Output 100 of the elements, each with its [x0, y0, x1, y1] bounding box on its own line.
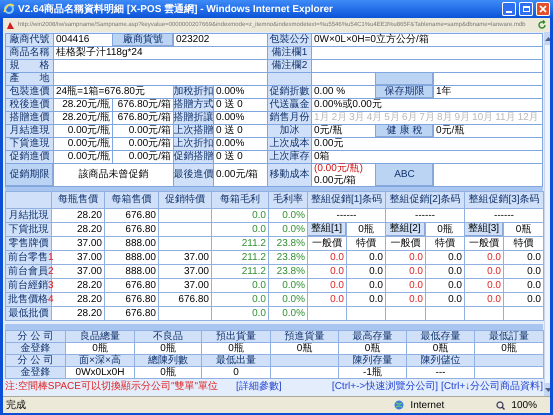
row-label: 前台零售1	[6, 250, 52, 264]
row-label: 前台經銷3	[6, 278, 52, 292]
column-header: 良品總量	[66, 330, 134, 342]
field-label: 銷售月份	[268, 112, 311, 124]
month-option[interactable]: 2月	[332, 112, 348, 124]
month-option[interactable]: 12月	[518, 112, 539, 124]
row-label: 批售價格4	[6, 292, 52, 306]
field-value: 676.80元/箱	[113, 112, 173, 124]
scroll-down-icon	[545, 388, 550, 392]
profit-cell: 211.2	[212, 264, 268, 278]
security-zone: Internet	[410, 398, 446, 412]
price-cell: 37.00	[158, 264, 212, 278]
field-value: 1年	[434, 86, 542, 98]
column-header: 整組促銷[3]条码	[464, 192, 544, 208]
margin-cell: 0.0%	[268, 292, 308, 306]
column-header: 整組促銷[2]条码	[386, 192, 464, 208]
month-option[interactable]: 6月	[402, 112, 418, 124]
month-option[interactable]: 1月	[314, 112, 330, 124]
month-option[interactable]: 10月	[472, 112, 494, 124]
group-button[interactable]: 整組[1]	[308, 223, 346, 236]
stock-cell: 0瓶	[338, 342, 406, 354]
month-option[interactable]: 8月	[436, 112, 452, 124]
field-value: 676.80元/箱	[113, 99, 173, 111]
field-label: 稅後進價	[6, 99, 53, 111]
field-value: 桂格梨子汁118g*24	[54, 47, 267, 59]
field-value: 0.00 %	[312, 86, 375, 98]
field-label: 促銷進價	[6, 151, 53, 163]
price-cell: 0.0	[426, 278, 464, 292]
status-text: 完成	[6, 398, 27, 412]
vertical-scrollbar[interactable]	[544, 32, 550, 396]
field-value: 0元/瓶	[312, 125, 375, 137]
row-label: 月結批現	[6, 208, 52, 222]
column-header: 最低出量	[202, 354, 270, 366]
field-label: 上次成本	[268, 138, 311, 150]
footer-link[interactable]: [詳細參數]	[236, 381, 282, 393]
maximize-button[interactable]	[519, 2, 533, 16]
column-header: 毛利率	[268, 192, 308, 208]
price-cell: 0.0	[386, 292, 426, 306]
field-label: 搭贈進價	[6, 112, 53, 124]
field-value: 0W×0L×0H=0立方公分/箱	[312, 34, 542, 46]
month-option[interactable]: 4月	[366, 112, 382, 124]
month-option[interactable]: 11月	[495, 112, 516, 124]
group-button[interactable]: 整組[2]	[386, 223, 425, 236]
minimize-button[interactable]	[502, 2, 516, 16]
month-option[interactable]: 7月	[419, 112, 435, 124]
field-button[interactable]: 促銷期限	[6, 164, 53, 186]
branch-name: 金登鋒	[6, 342, 66, 354]
margin-cell: 0.0%	[268, 278, 308, 292]
price-cell: 676.80	[104, 222, 158, 236]
margin-cell: 0.0%	[268, 208, 308, 222]
dash-cell: ------	[464, 208, 544, 222]
stock-cell: 0瓶	[134, 366, 202, 378]
price-cell: 0.0	[464, 278, 504, 292]
column-header: 總陳列數	[134, 354, 202, 366]
quantity-cell: 0瓶	[346, 222, 386, 236]
field-label: 促銷搭贈	[174, 151, 213, 163]
profit-cell: 211.2	[212, 236, 268, 250]
field-button[interactable]: ABC	[376, 164, 433, 186]
field-button[interactable]: 健 康 稅	[376, 125, 433, 137]
price-cell: 0.0	[504, 264, 544, 278]
stock-cell: 0瓶	[202, 342, 270, 354]
stock-cell: 0	[202, 366, 270, 378]
field-value: 0.00元/瓶	[54, 138, 112, 150]
footer-link[interactable]: [Ctrl+->快速浏覽分公司]	[332, 381, 438, 393]
zoom-level[interactable]: 100%	[511, 398, 537, 412]
price-type-cell: 一般價	[464, 236, 504, 250]
month-option[interactable]: 5月	[384, 112, 400, 124]
price-cell: 0.0	[346, 264, 386, 278]
price-cell: 0.0	[386, 278, 426, 292]
month-option[interactable]: 3月	[349, 112, 365, 124]
price-cell: 676.80	[104, 278, 158, 292]
quantity-cell: 0瓶	[504, 222, 544, 236]
stock-cell: 0瓶	[406, 342, 474, 354]
field-value: 0.00元/瓶	[54, 125, 112, 137]
cost-value: 0.00元/箱	[314, 175, 356, 187]
close-button[interactable]	[536, 2, 550, 16]
price-cell: 0.0	[308, 250, 346, 264]
price-cell: 888.00	[104, 236, 158, 250]
footer-link[interactable]: [Ctrl+↓分公司商品資料]	[441, 381, 543, 393]
month-option[interactable]: 9月	[454, 112, 470, 124]
field-value: 0 送 0	[214, 125, 267, 137]
price-cell: 888.00	[104, 264, 158, 278]
column-header: 每瓶售價	[52, 192, 104, 208]
field-button[interactable]: 保存期限	[376, 86, 433, 98]
field-value: 28.20元/瓶	[54, 112, 112, 124]
price-type-cell: 特價	[426, 236, 464, 250]
field-button[interactable]: 廠商貨號	[113, 34, 173, 46]
price-cell: 0.0	[464, 264, 504, 278]
column-header: 最低訂量	[474, 330, 544, 342]
field-label: 包裝公分	[268, 34, 311, 46]
price-cell: 0.0	[464, 292, 504, 306]
group-button[interactable]: 整組[3]	[465, 223, 503, 236]
stock-cell: -1瓶	[338, 366, 406, 378]
field-label: 代送贏金	[268, 99, 311, 111]
field-value: 該商品未曾促銷	[54, 164, 173, 186]
column-header: 整組促銷[1]条码	[308, 192, 386, 208]
zoom-icon	[496, 400, 506, 410]
column-header: 分 公 司	[6, 330, 66, 342]
page-icon	[6, 20, 15, 30]
column-header: 預進貨量	[270, 330, 338, 342]
